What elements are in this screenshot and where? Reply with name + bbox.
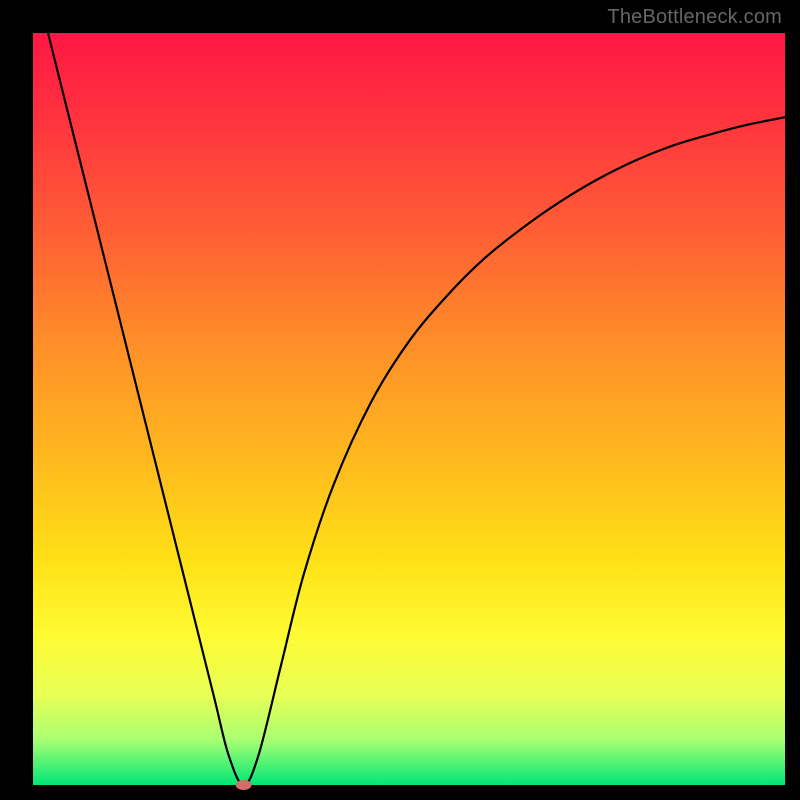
watermark-text: TheBottleneck.com — [607, 6, 782, 29]
minimum-marker — [236, 780, 252, 790]
chart-container: TheBottleneck.com — [0, 0, 800, 800]
bottleneck-chart — [0, 0, 800, 800]
